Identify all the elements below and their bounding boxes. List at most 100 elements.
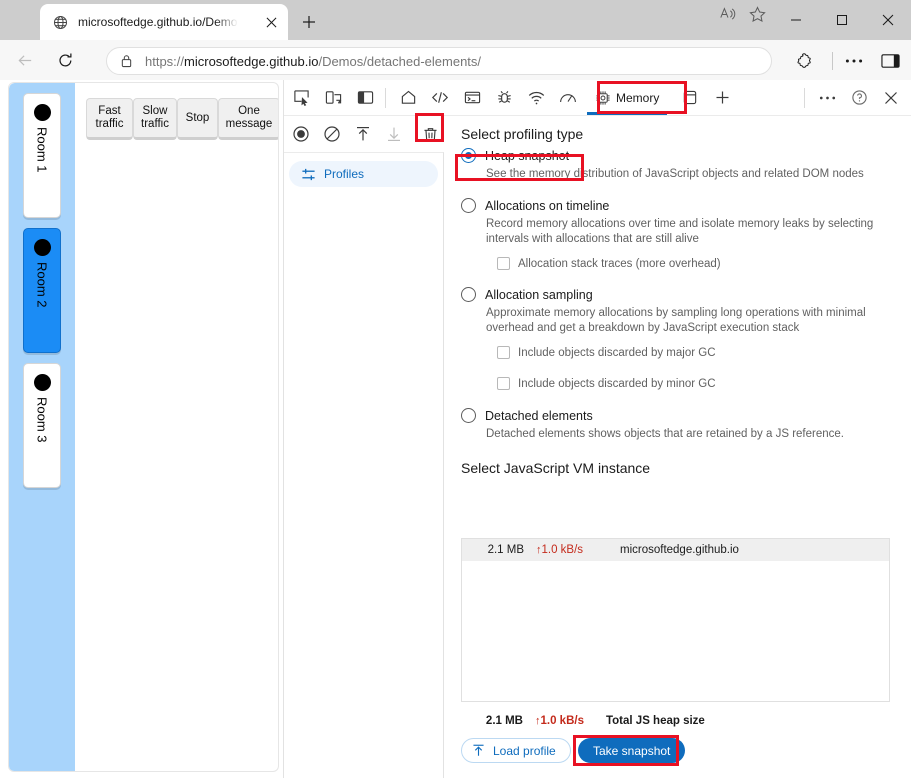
- sidebar-item-profiles-label: Profiles: [324, 167, 365, 181]
- extensions-icon[interactable]: [790, 46, 820, 76]
- option-allocations-on-timeline-description: Record memory allocations over time and …: [486, 218, 874, 245]
- star-icon[interactable]: [746, 4, 768, 24]
- read-aloud-icon[interactable]: [717, 4, 739, 24]
- browser-tab[interactable]: microsoftedge.github.io/Demos/d: [40, 4, 288, 40]
- total-heap-rate-value: 1.0 kB/s: [540, 715, 584, 727]
- ellipsis-icon[interactable]: [812, 84, 842, 112]
- option-heap-snapshot[interactable]: Heap snapshot: [461, 148, 911, 163]
- record-button[interactable]: [288, 120, 315, 148]
- checkbox-major-gc-label: Include objects discarded by major GC: [518, 346, 716, 359]
- devtools-sidebar: Profiles: [284, 152, 444, 778]
- option-detached-elements-label: Detached elements: [485, 408, 593, 423]
- radio-allocations-on-timeline[interactable]: [461, 198, 476, 213]
- sidebar-item-profiles[interactable]: Profiles: [289, 161, 438, 187]
- demo-app: Room 1 Room 2 Room 3 Fast traffic Slow t…: [8, 82, 279, 772]
- delete-button[interactable]: [417, 120, 444, 148]
- help-icon[interactable]: [844, 84, 874, 112]
- room-avatar-dot: [33, 104, 51, 121]
- window-close-button[interactable]: [865, 0, 911, 40]
- option-allocation-sampling-label: Allocation sampling: [485, 287, 593, 302]
- checkbox-box[interactable]: [497, 346, 510, 359]
- reload-icon[interactable]: [50, 45, 80, 75]
- new-tab-button[interactable]: [296, 10, 322, 34]
- vm-instance-list[interactable]: 2.1 MB ↑1.0 kB/s microsoftedge.github.io: [461, 538, 890, 702]
- traffic-button-bar: Fast traffic Slow traffic Stop One messa…: [86, 98, 278, 140]
- load-profile-button[interactable]: Load profile: [461, 738, 571, 763]
- stop-button[interactable]: Stop: [177, 98, 218, 140]
- debugger-icon[interactable]: [489, 84, 519, 112]
- radio-heap-snapshot[interactable]: [461, 148, 476, 163]
- window-controls: [773, 0, 911, 40]
- network-icon[interactable]: [521, 84, 551, 112]
- room-item-label: Room 1: [34, 127, 50, 173]
- checkbox-minor-gc[interactable]: Include objects discarded by minor GC: [497, 377, 911, 390]
- inspect-icon[interactable]: [286, 84, 316, 112]
- url-scheme: https://: [145, 53, 185, 69]
- application-icon[interactable]: [675, 84, 705, 112]
- browser-title-bar: microsoftedge.github.io/Demos/d: [0, 0, 911, 40]
- vm-heap-rate-value: 1.0 kB/s: [541, 544, 584, 556]
- clear-button[interactable]: [319, 120, 346, 148]
- total-heap-summary: 2.1 MB ↑1.0 kB/s Total JS heap size: [461, 715, 705, 727]
- browser-window: microsoftedge.github.io/Demos/d https://…: [0, 0, 911, 778]
- option-allocations-on-timeline-label: Allocations on timeline: [485, 198, 610, 213]
- option-allocation-sampling[interactable]: Allocation sampling: [461, 287, 911, 302]
- room-item-1[interactable]: Room 1: [23, 93, 61, 218]
- load-profile-icon[interactable]: [350, 120, 377, 148]
- slow-traffic-button[interactable]: Slow traffic: [133, 98, 177, 140]
- toolbar-divider: [804, 87, 805, 108]
- room-item-label: Room 3: [34, 397, 50, 443]
- checkbox-minor-gc-label: Include objects discarded by minor GC: [518, 377, 716, 390]
- rooms-rail: Room 1 Room 2 Room 3: [9, 83, 75, 771]
- fast-traffic-button[interactable]: Fast traffic: [86, 98, 133, 140]
- back-arrow-icon[interactable]: [10, 45, 40, 75]
- total-heap-size-label: Total JS heap size: [605, 715, 705, 727]
- vm-instance-name: microsoftedge.github.io: [620, 544, 739, 556]
- elements-icon[interactable]: [425, 84, 455, 112]
- checkbox-box[interactable]: [497, 377, 510, 390]
- room-avatar-dot: [33, 239, 51, 256]
- option-allocations-on-timeline[interactable]: Allocations on timeline: [461, 198, 911, 213]
- room-avatar-dot: [33, 374, 51, 391]
- devtools-panel-actions: [284, 116, 444, 152]
- url-path: /Demos/detached-elements/: [318, 53, 482, 69]
- maximize-button[interactable]: [819, 0, 865, 40]
- upload-arrow-icon: [471, 743, 486, 758]
- url-host: microsoftedge.github.io: [184, 53, 319, 69]
- vm-heap-size: 2.1 MB: [487, 544, 524, 556]
- checkbox-major-gc[interactable]: Include objects discarded by major GC: [497, 346, 911, 359]
- checkbox-allocation-stack-traces[interactable]: Allocation stack traces (more overhead): [497, 257, 911, 270]
- address-bar[interactable]: https://microsoftedge.github.io/Demos/de…: [106, 47, 772, 75]
- option-detached-elements-description: Detached elements shows objects that are…: [486, 428, 844, 440]
- room-item-3[interactable]: Room 3: [23, 363, 61, 488]
- web-page-content: Room 1 Room 2 Room 3 Fast traffic Slow t…: [0, 80, 283, 778]
- home-icon[interactable]: [393, 84, 423, 112]
- performance-icon[interactable]: [553, 84, 583, 112]
- option-detached-elements[interactable]: Detached elements: [461, 408, 911, 423]
- console-icon[interactable]: [457, 84, 487, 112]
- tab-memory[interactable]: Memory: [587, 83, 668, 115]
- tab-close-icon[interactable]: [262, 13, 280, 31]
- room-item-2[interactable]: Room 2: [23, 228, 61, 353]
- close-icon[interactable]: [876, 84, 906, 112]
- radio-detached-elements[interactable]: [461, 408, 476, 423]
- radio-allocation-sampling[interactable]: [461, 287, 476, 302]
- checkbox-allocation-stack-traces-label: Allocation stack traces (more overhead): [518, 257, 721, 270]
- vm-instance-row[interactable]: 2.1 MB ↑1.0 kB/s microsoftedge.github.io: [462, 539, 889, 561]
- one-message-button[interactable]: One message: [218, 98, 278, 140]
- save-profile-icon: [380, 120, 407, 148]
- minimize-button[interactable]: [773, 0, 819, 40]
- take-snapshot-button[interactable]: Take snapshot: [578, 738, 686, 763]
- dock-side-icon[interactable]: [350, 84, 380, 112]
- checkbox-box[interactable]: [497, 257, 510, 270]
- add-tool-icon[interactable]: [707, 84, 737, 112]
- lock-icon: [117, 54, 135, 68]
- memory-chip-icon: [595, 90, 611, 106]
- globe-icon: [52, 14, 68, 30]
- profiling-type-title: Select profiling type: [461, 126, 584, 142]
- address-bar-url: https://microsoftedge.github.io/Demos/de…: [145, 54, 481, 69]
- device-emulation-icon[interactable]: [318, 84, 348, 112]
- ellipsis-icon[interactable]: [839, 46, 869, 76]
- browser-toolbar-right: [790, 45, 911, 77]
- sidebar-icon[interactable]: [875, 46, 905, 76]
